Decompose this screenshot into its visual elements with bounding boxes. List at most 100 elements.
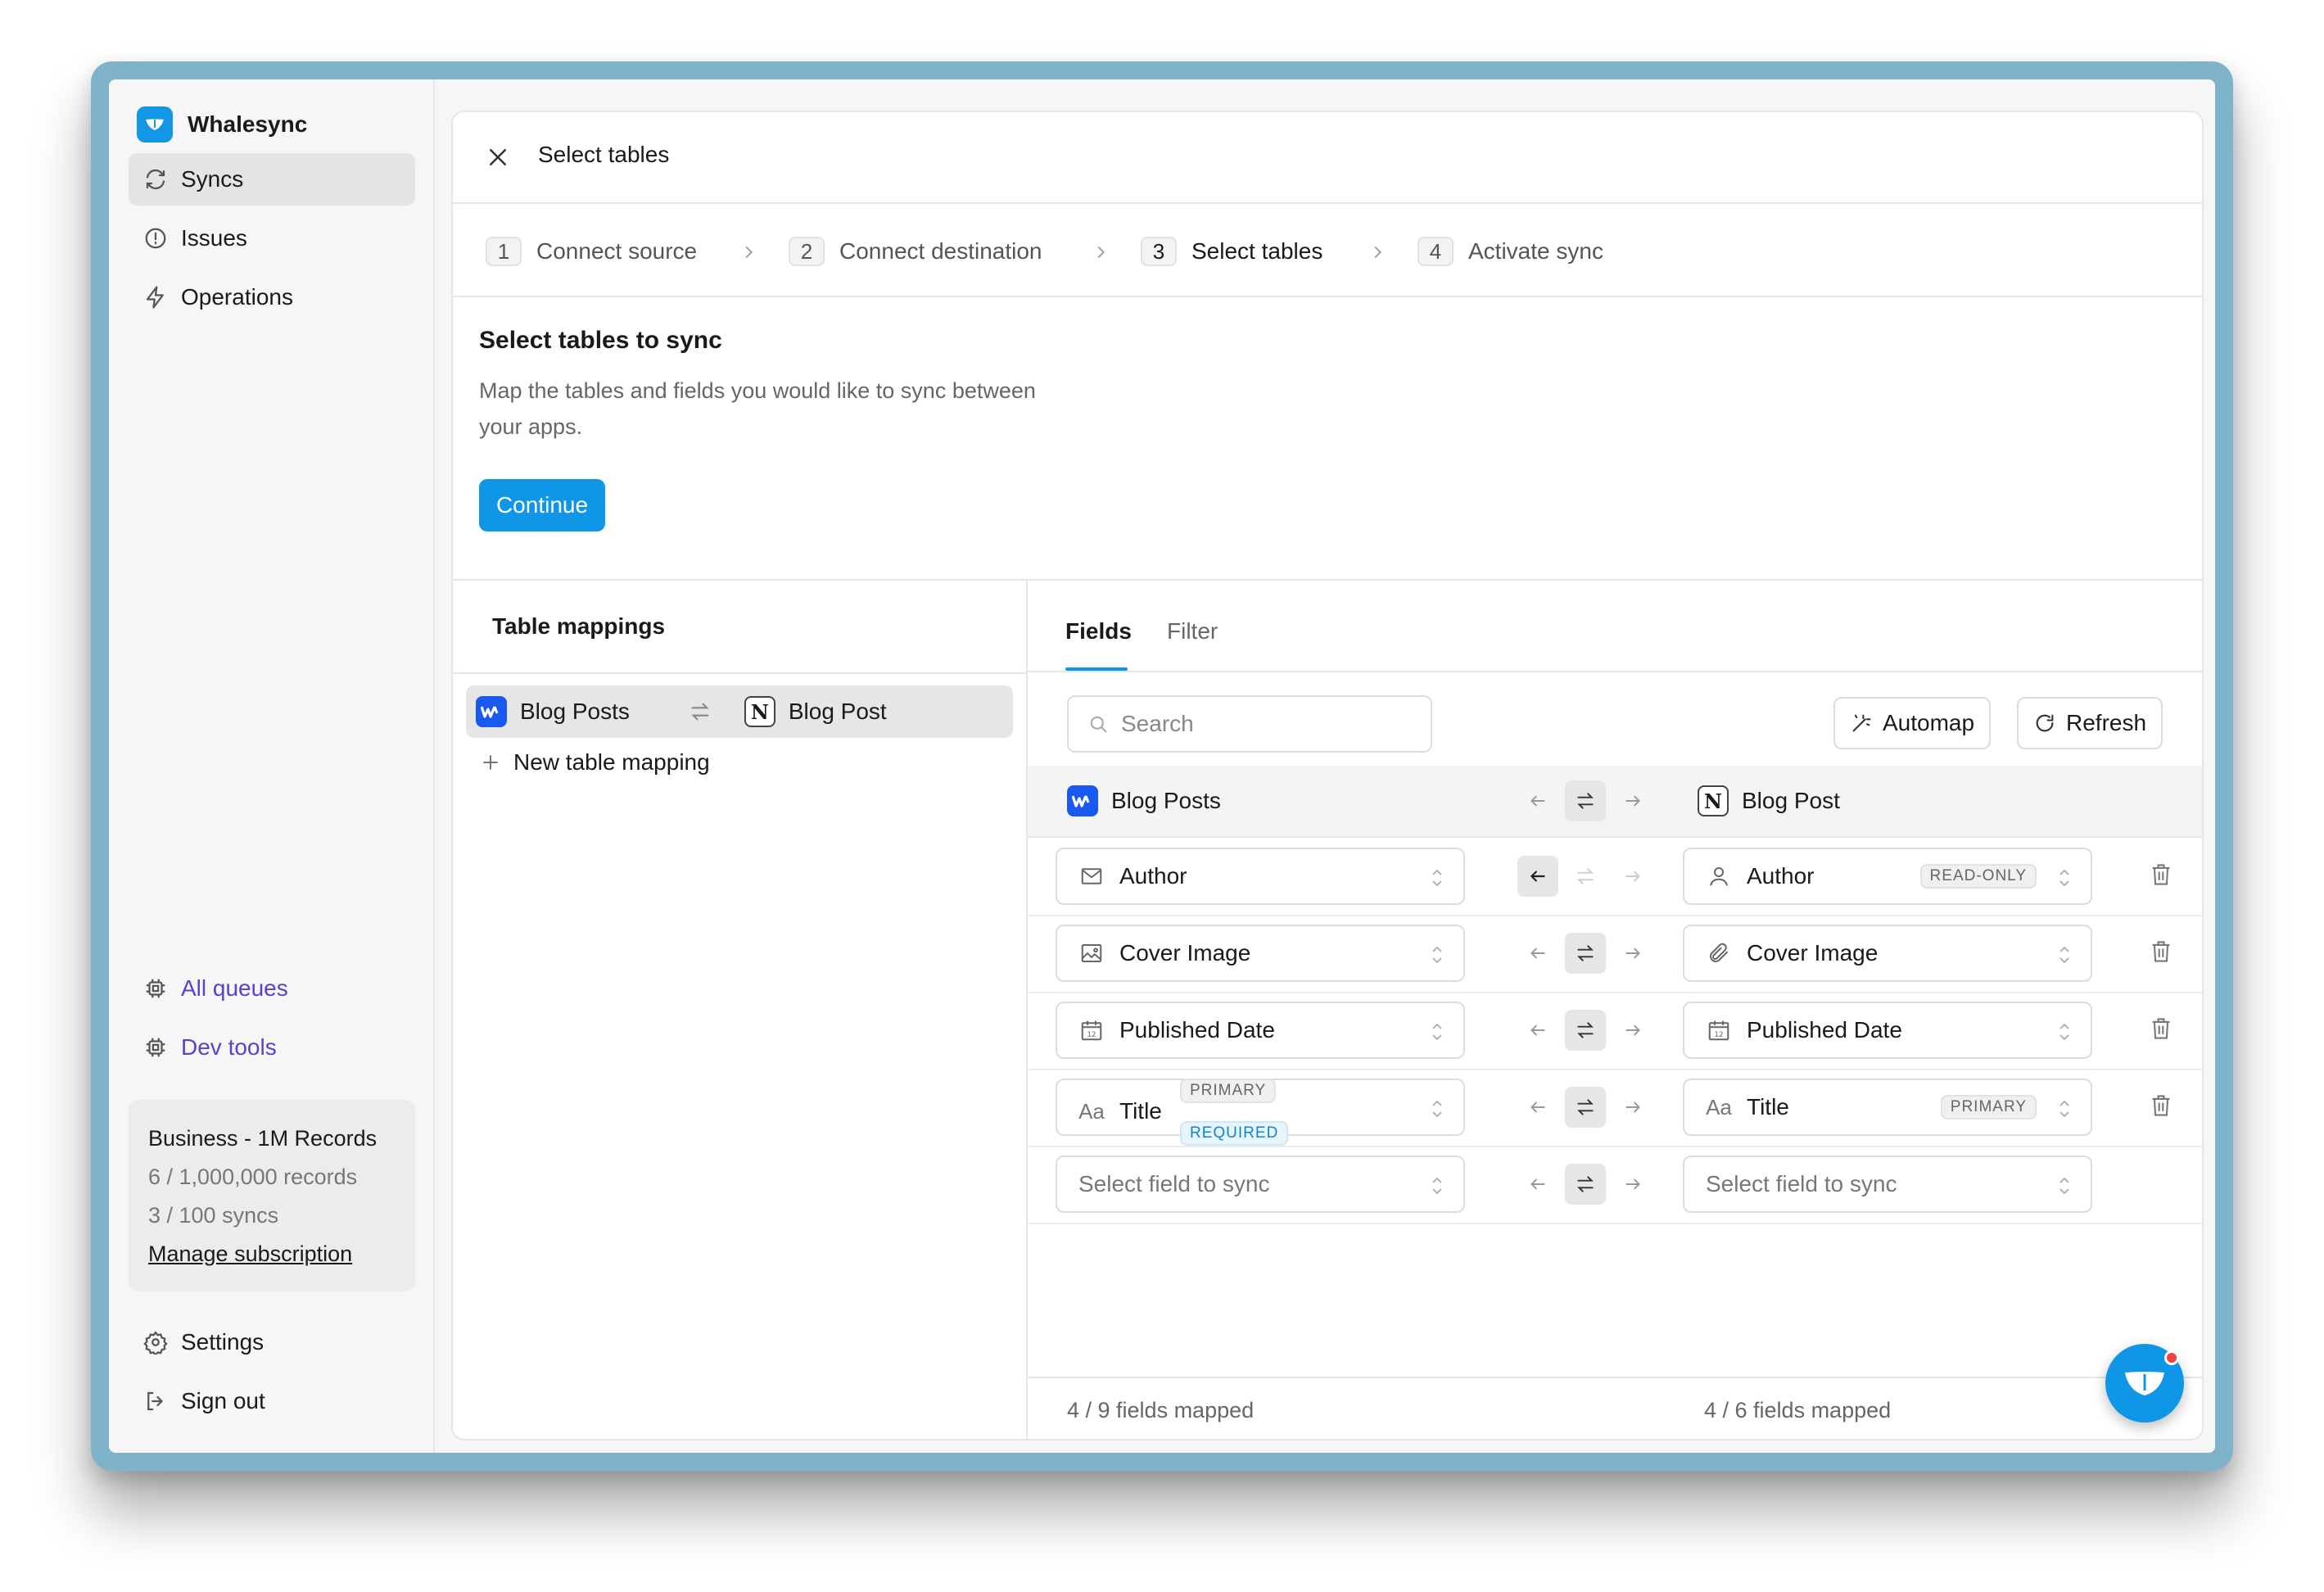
step-number: 4 xyxy=(1417,237,1454,266)
arrow-left-icon[interactable] xyxy=(1517,1087,1558,1128)
fields-panel: Fields Filter Search Automap Refresh Blo… xyxy=(1028,581,2202,1439)
chip-icon xyxy=(146,1038,165,1057)
trash-icon[interactable] xyxy=(2150,1016,2173,1041)
field-name: Author xyxy=(1119,863,1187,889)
refresh-button[interactable]: Refresh xyxy=(2017,697,2163,749)
right-field-select[interactable]: Author READ-ONLY xyxy=(1683,848,2092,905)
mail-icon xyxy=(1078,863,1105,889)
arrow-left-icon[interactable] xyxy=(1517,1010,1558,1051)
chevron-updown-icon xyxy=(1432,869,1442,887)
field-name: Cover Image xyxy=(1119,940,1251,966)
swap-arrows-icon[interactable] xyxy=(1565,933,1606,974)
brand[interactable]: Whalesync xyxy=(137,106,307,142)
new-mapping-label: New table mapping xyxy=(513,749,710,775)
step-number: 3 xyxy=(1141,237,1177,266)
right-field-select[interactable]: Select field to sync xyxy=(1683,1156,2092,1213)
webflow-logo-icon xyxy=(1067,785,1098,816)
arrow-right-icon[interactable] xyxy=(1612,1010,1653,1051)
step-label: Select tables xyxy=(1191,238,1323,264)
sync-direction xyxy=(1517,1164,1653,1205)
arrow-right-icon[interactable] xyxy=(1612,856,1653,897)
trash-icon[interactable] xyxy=(2150,862,2173,887)
sidebar-link-dev-tools[interactable]: Dev tools xyxy=(129,1021,415,1074)
step-connect-destination[interactable]: 2 Connect destination xyxy=(789,237,1042,266)
tab-fields[interactable]: Fields xyxy=(1065,618,1132,644)
trash-icon[interactable] xyxy=(2150,939,2173,964)
sidebar-item-operations[interactable]: Operations xyxy=(129,271,415,323)
mapping-left-table: Blog Posts xyxy=(520,699,630,724)
left-field-select[interactable]: 12 Published Date xyxy=(1056,1002,1465,1059)
automap-button[interactable]: Automap xyxy=(1833,697,1992,749)
arrow-right-icon[interactable] xyxy=(1612,1087,1653,1128)
arrow-left-icon[interactable] xyxy=(1517,780,1558,821)
field-name: Published Date xyxy=(1747,1017,1902,1042)
sidebar-item-issues[interactable]: Issues xyxy=(129,212,415,265)
notion-logo-icon: N xyxy=(1698,785,1729,816)
right-field-select[interactable]: Cover Image xyxy=(1683,925,2092,982)
arrow-left-icon[interactable] xyxy=(1517,856,1558,897)
swap-arrows-icon xyxy=(691,703,709,721)
arrow-right-icon[interactable] xyxy=(1612,1164,1653,1205)
field-mapping-row: Aa Title PRIMARY REQUIRED Aa Title PRIMA… xyxy=(1028,1070,2202,1147)
new-table-mapping-button[interactable]: New table mapping xyxy=(481,749,710,776)
plan-syncs: 3 / 100 syncs xyxy=(148,1203,279,1228)
right-field-select[interactable]: Aa Title PRIMARY xyxy=(1683,1079,2092,1136)
left-field-select[interactable]: Aa Title PRIMARY REQUIRED xyxy=(1056,1079,1465,1146)
table-mappings-panel: Table mappings Blog Posts N Blog Post Ne… xyxy=(453,581,1028,1439)
step-select-tables[interactable]: 3 Select tables xyxy=(1141,237,1323,266)
arrow-left-icon[interactable] xyxy=(1517,933,1558,974)
sidebar-item-settings[interactable]: Settings xyxy=(129,1316,415,1368)
stepper: 1 Connect source 2 Connect destination 3… xyxy=(453,204,2202,297)
whalesync-logo-icon xyxy=(137,106,173,142)
swap-arrows-icon[interactable] xyxy=(1565,856,1606,897)
arrow-right-icon[interactable] xyxy=(1612,933,1653,974)
chevron-updown-icon xyxy=(1432,1177,1442,1195)
user-icon xyxy=(1706,863,1732,889)
notion-logo-icon: N xyxy=(744,696,775,727)
right-table-name: Blog Post xyxy=(1742,788,1840,813)
swap-arrows-icon[interactable] xyxy=(1565,780,1606,821)
arrow-right-icon[interactable] xyxy=(1612,780,1653,821)
arrow-left-icon[interactable] xyxy=(1517,1164,1558,1205)
step-connect-source[interactable]: 1 Connect source xyxy=(486,237,697,266)
swap-arrows-icon[interactable] xyxy=(1565,1010,1606,1051)
sidebar-item-syncs[interactable]: Syncs xyxy=(129,153,415,206)
chevron-updown-icon xyxy=(2059,1023,2069,1041)
right-field-select[interactable]: 12 Published Date xyxy=(1683,1002,2092,1059)
swap-arrows-icon[interactable] xyxy=(1565,1087,1606,1128)
left-field-select[interactable]: Select field to sync xyxy=(1056,1156,1465,1213)
step-label: Connect source xyxy=(536,238,698,264)
calendar-day: 12 xyxy=(1714,1031,1723,1039)
chat-widget-button[interactable] xyxy=(2105,1344,2184,1422)
table-mapping-row[interactable]: Blog Posts N Blog Post xyxy=(466,685,1013,738)
magic-wand-icon xyxy=(1852,714,1871,732)
fields-table-header: Blog Posts N Blog Post xyxy=(1028,766,2202,838)
sidebar-item-sign-out[interactable]: Sign out xyxy=(129,1375,415,1427)
plan-records: 6 / 1,000,000 records xyxy=(148,1165,358,1189)
window-frame: Whalesync Syncs Issues Operations All qu… xyxy=(91,61,2233,1471)
swap-arrows-icon[interactable] xyxy=(1565,1164,1606,1205)
search-input[interactable]: Search xyxy=(1067,695,1432,753)
continue-button[interactable]: Continue xyxy=(479,479,605,531)
left-field-select[interactable]: Cover Image xyxy=(1056,925,1465,982)
sync-direction xyxy=(1517,1010,1653,1051)
step-activate-sync[interactable]: 4 Activate sync xyxy=(1417,237,1603,266)
close-icon[interactable] xyxy=(486,145,510,170)
refresh-label: Refresh xyxy=(2066,710,2147,735)
plus-icon xyxy=(483,755,498,770)
tab-filter[interactable]: Filter xyxy=(1167,618,1218,644)
sidebar-item-label: Operations xyxy=(181,284,293,310)
manage-subscription-link[interactable]: Manage subscription xyxy=(148,1235,396,1273)
calendar-icon: 12 xyxy=(1078,1017,1105,1043)
step-number: 1 xyxy=(486,237,522,266)
left-field-select[interactable]: Author xyxy=(1056,848,1465,905)
trash-icon[interactable] xyxy=(2150,1093,2173,1118)
refresh-icon xyxy=(2036,714,2054,732)
left-mapped-count: 4 / 9 fields mapped xyxy=(1067,1398,1255,1422)
step-number: 2 xyxy=(789,237,825,266)
automap-label: Automap xyxy=(1883,710,1975,735)
dialog-title: Select tables xyxy=(538,142,670,167)
sidebar-link-all-queues[interactable]: All queues xyxy=(129,962,415,1015)
chevron-updown-icon xyxy=(2059,869,2069,887)
chevron-updown-icon xyxy=(2059,1177,2069,1195)
